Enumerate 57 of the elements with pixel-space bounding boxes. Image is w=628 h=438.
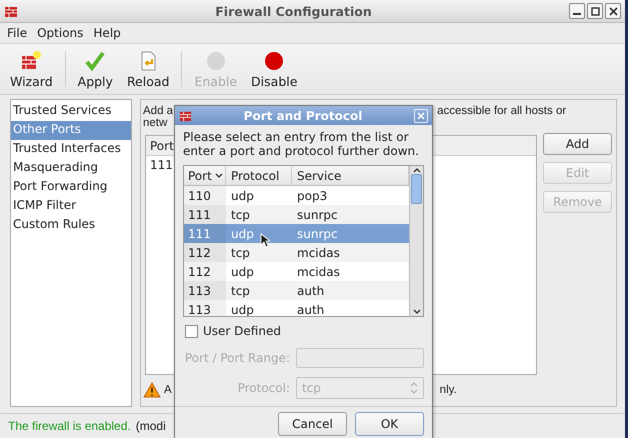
close-icon (608, 6, 618, 16)
scroll-bar[interactable] (409, 166, 423, 316)
apply-button[interactable]: Apply (72, 48, 119, 90)
maximize-icon (590, 6, 600, 16)
mouse-cursor (260, 233, 270, 248)
maximize-button[interactable] (587, 3, 603, 19)
firewall-icon (4, 4, 18, 18)
dialog-button[interactable]: OK (355, 412, 424, 436)
list-row[interactable]: 111 tcp sunrpc (184, 205, 409, 224)
circle-icon (263, 50, 286, 72)
circle-icon (204, 50, 227, 72)
minimize-icon (573, 13, 581, 15)
minimize-button[interactable] (569, 3, 585, 19)
menu-item[interactable]: Help (93, 26, 121, 40)
dialog-title: Port and Protocol (242, 108, 364, 122)
list-row[interactable]: 113 udp auth (184, 300, 409, 316)
column-header[interactable]: Port (150, 138, 174, 152)
spinner-icon (410, 382, 418, 394)
firewall-icon (20, 50, 42, 72)
list-row[interactable]: 113 tcp auth (184, 281, 409, 300)
warning-icon (143, 382, 161, 398)
dialog-button[interactable]: Cancel (278, 412, 347, 436)
list-row[interactable]: 110 udp pop3 (184, 186, 409, 205)
sidebar-item[interactable]: Trusted Services (11, 102, 131, 121)
sidebar-item[interactable]: ICMP Filter (11, 197, 131, 216)
field-label: Protocol: (238, 381, 290, 395)
sidebar-item[interactable]: Masquerading (11, 159, 131, 178)
dialog-message: Please select an entry from the list or enter a port and protocol further down. (182, 129, 420, 158)
close-button[interactable] (605, 3, 621, 19)
column-header[interactable]: Port (184, 166, 226, 185)
field-label: Port / Port Range: (184, 351, 290, 365)
action-button[interactable]: Add (543, 133, 612, 155)
list-row[interactable]: 112 udp mcidas (184, 262, 409, 281)
caret-icon (214, 172, 223, 178)
firewall-icon (179, 109, 192, 122)
menu-item[interactable]: Options (37, 26, 84, 40)
user-defined-checkbox[interactable]: User Defined (185, 323, 422, 339)
sidebar-item[interactable]: Trusted Interfaces (11, 140, 131, 159)
sidebar-item[interactable]: Port Forwarding (11, 178, 131, 197)
description-text: netw (143, 117, 168, 129)
list-row[interactable]: 112 tcp mcidas (184, 243, 409, 262)
sidebar-item[interactable]: Custom Rules (11, 216, 131, 235)
table-cell: 111 (150, 158, 173, 172)
description-text: accessible for all hosts or (437, 105, 566, 117)
status-text: The firewall is enabled. (8, 419, 131, 433)
status-text: (modi (136, 419, 166, 433)
disable-button[interactable]: Disable (245, 48, 304, 90)
warning-text: nly. (440, 384, 457, 396)
reload-button[interactable]: Reload (120, 48, 176, 90)
window-title: Firewall Configuration (214, 4, 373, 18)
menu-item[interactable]: File (7, 26, 28, 40)
warning-text: A (164, 384, 172, 396)
wizard-button[interactable]: Wizard (4, 48, 59, 90)
column-header[interactable]: Protocol (226, 166, 292, 185)
description-text: Add a (143, 105, 174, 117)
close-icon (417, 112, 425, 120)
check-icon (84, 50, 106, 72)
